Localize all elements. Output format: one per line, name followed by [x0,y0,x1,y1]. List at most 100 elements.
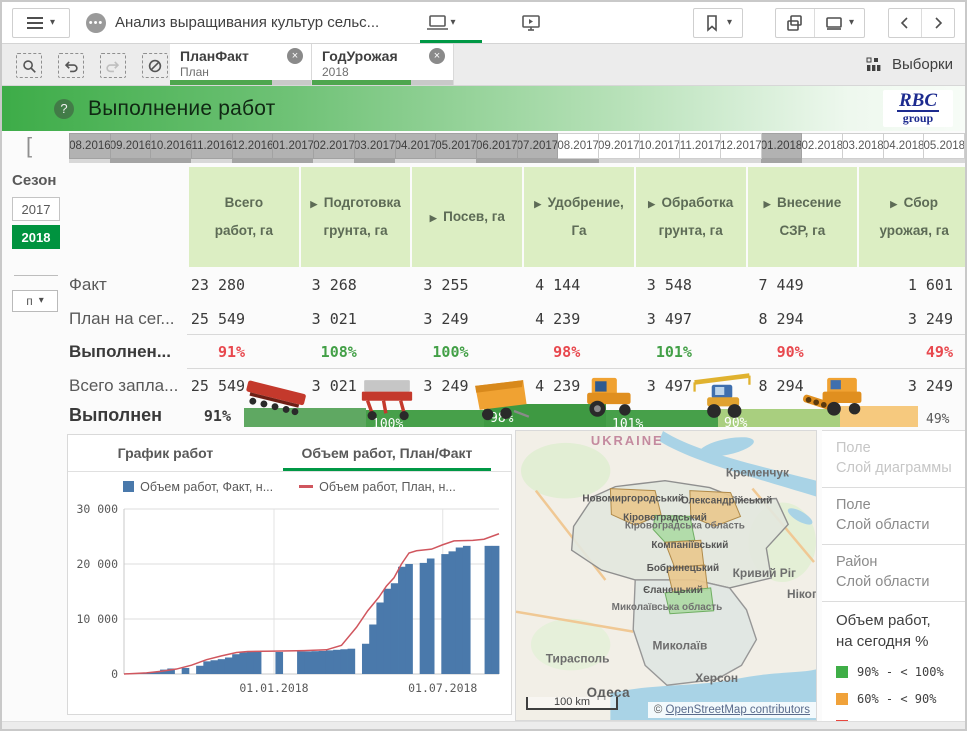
clear-selections-button[interactable] [142,53,168,78]
smart-search-button[interactable] [16,53,42,78]
layer-item[interactable]: РайонСлой области [822,545,967,602]
legend-fact[interactable]: Объем работ, Факт, н... [123,480,273,494]
month-filter-item[interactable]: 05.2017 [436,133,477,159]
tab-work-schedule[interactable]: График работ [68,435,263,471]
month-filter-item[interactable]: 10.2017 [640,133,681,159]
month-filter-item[interactable]: 04.2017 [396,133,437,159]
month-filter-item[interactable]: 05.2018 [924,133,965,159]
regions-map[interactable]: UKRAINEКременчукНовомиргородськийОлексан… [515,430,817,721]
timeline-scrollbar[interactable] [69,159,965,163]
month-filter-item[interactable]: 01.2017 [273,133,314,159]
column-header[interactable]: ▶ Сбор урожая, га [857,167,967,267]
expand-arrow-icon[interactable]: ▶ [310,199,319,209]
table-cell: 4 239 [522,377,634,395]
month-filter-item[interactable]: 03.2018 [843,133,884,159]
bookmarks-button[interactable]: ▾ [694,9,742,37]
chip-progress-fill [170,80,272,85]
scrollbar-mark [395,159,436,163]
app-info[interactable]: ••• Анализ выращивания культур сельс... [86,2,379,43]
scrollbar-mark [802,159,843,163]
chip-title-row: ПланФакт× [180,48,303,64]
scrollbar-mark [558,159,599,163]
column-header[interactable]: Всего работ, га [187,167,299,267]
table-cell: 7 449 [746,276,858,294]
column-header[interactable]: ▶ Посев, га [410,167,522,267]
month-filter-item[interactable]: 12.2017 [721,133,762,159]
month-filter-item[interactable]: 12.2016 [233,133,274,159]
expand-arrow-icon[interactable]: ▶ [648,199,657,209]
completion-percent: 90% [777,343,804,361]
map-label: Кіровоградська область [625,520,745,531]
expand-arrow-icon[interactable]: ▶ [890,199,899,209]
expand-arrow-icon[interactable]: ▶ [430,213,439,223]
column-header[interactable]: ▶ Внесение СЗР, га [746,167,858,267]
map-label: Херсон [695,671,738,685]
month-filter-item[interactable]: 04.2018 [884,133,925,159]
step-forward-selection-button[interactable] [100,53,126,78]
remove-selection-icon[interactable]: × [429,48,445,64]
global-menu-button[interactable]: ▾ [12,8,70,38]
storytelling-button[interactable] [508,9,554,37]
tab-plan-fact[interactable]: Объем работ, План/Факт [263,435,511,471]
month-filter-item[interactable]: 10.2016 [151,133,192,159]
logo-subtext: group [883,112,953,124]
month-filter-item[interactable]: 09.2016 [111,133,152,159]
season-option-2018[interactable]: 2018 [12,225,60,249]
scrollbar-mark [232,159,273,163]
month-filter-item[interactable]: 03.2017 [355,133,396,159]
expand-arrow-icon[interactable]: ▶ [534,199,543,209]
expand-arrow-icon[interactable]: ▶ [764,199,773,209]
sheet-list-button[interactable]: ▾ [814,9,864,37]
table-cell: 49% [857,343,967,361]
chip-progress-fill [312,80,411,85]
month-filter-item[interactable]: 08.2016 [69,133,111,159]
layer-item[interactable]: ПолеСлой области [822,488,967,545]
selection-chip[interactable]: ГодУрожая×2018 [312,44,454,85]
rbc-group-logo: RBC group [883,90,953,127]
map-scale-label: 100 km [554,696,590,708]
chevron-down-icon: ▾ [727,18,732,28]
step-back-selection-button[interactable] [58,53,84,78]
column-header[interactable]: ▶ Удобрение, Га [522,167,634,267]
month-filter-item[interactable]: 11.2017 [680,133,721,159]
legend-plan[interactable]: Объем работ, План, н... [299,480,456,494]
season-option-2017[interactable]: 2017 [12,197,60,221]
column-header[interactable]: ▶ Подготовка грунта, га [299,167,411,267]
table-cell: 3 268 [299,276,411,294]
map-label: Миколаївська область [612,602,723,613]
cell-value: 3 249 [423,377,468,395]
completion-percent: 101% [656,343,692,361]
combo-chart-plot[interactable]: 010 00020 00030 00001.01.201801.07.2018 [68,499,509,711]
attribution-link[interactable]: OpenStreetMap contributors [666,704,810,716]
month-filter-item[interactable]: 06.2017 [477,133,518,159]
duplicate-sheet-button[interactable] [776,9,814,37]
table-cell: 101% [634,343,746,361]
selections-tool-button[interactable]: Выборки [866,44,953,85]
remove-selection-icon[interactable]: × [287,48,303,64]
month-filter-item[interactable]: 07.2017 [518,133,559,159]
prev-sheet-button[interactable] [889,9,921,37]
next-sheet-button[interactable] [921,9,954,37]
month-filter-item[interactable]: 09.2017 [599,133,640,159]
month-filter-item[interactable]: 02.2018 [802,133,843,159]
scrollbar-mark [843,159,884,163]
completion-bar-segment: 100% [366,410,484,427]
help-icon[interactable]: ? [54,99,74,119]
scrollbar-mark [517,159,558,163]
scrollbar-mark [313,159,354,163]
clear-circle-icon [146,57,164,75]
month-filter-item[interactable]: 01.2018 [762,133,803,159]
sheets-view-button[interactable]: ▾ [418,9,464,37]
mini-filter-dropdown[interactable]: п ▾ [12,290,58,312]
svg-text:30 000: 30 000 [76,502,118,516]
sheet-nav-group: ▾ [775,8,865,38]
table-cell: 90% [746,343,858,361]
month-filter-item[interactable]: 08.2017 [558,133,599,159]
column-header[interactable]: ▶ Обработка грунта, га [634,167,746,267]
month-filter-item[interactable]: 11.2016 [192,133,233,159]
header-spacer [67,167,187,267]
selection-chip[interactable]: ПланФакт×План [170,44,312,85]
month-filter-item[interactable]: 02.2017 [314,133,355,159]
chevron-down-icon: ▾ [450,18,455,28]
completion-percent: 108% [321,343,357,361]
